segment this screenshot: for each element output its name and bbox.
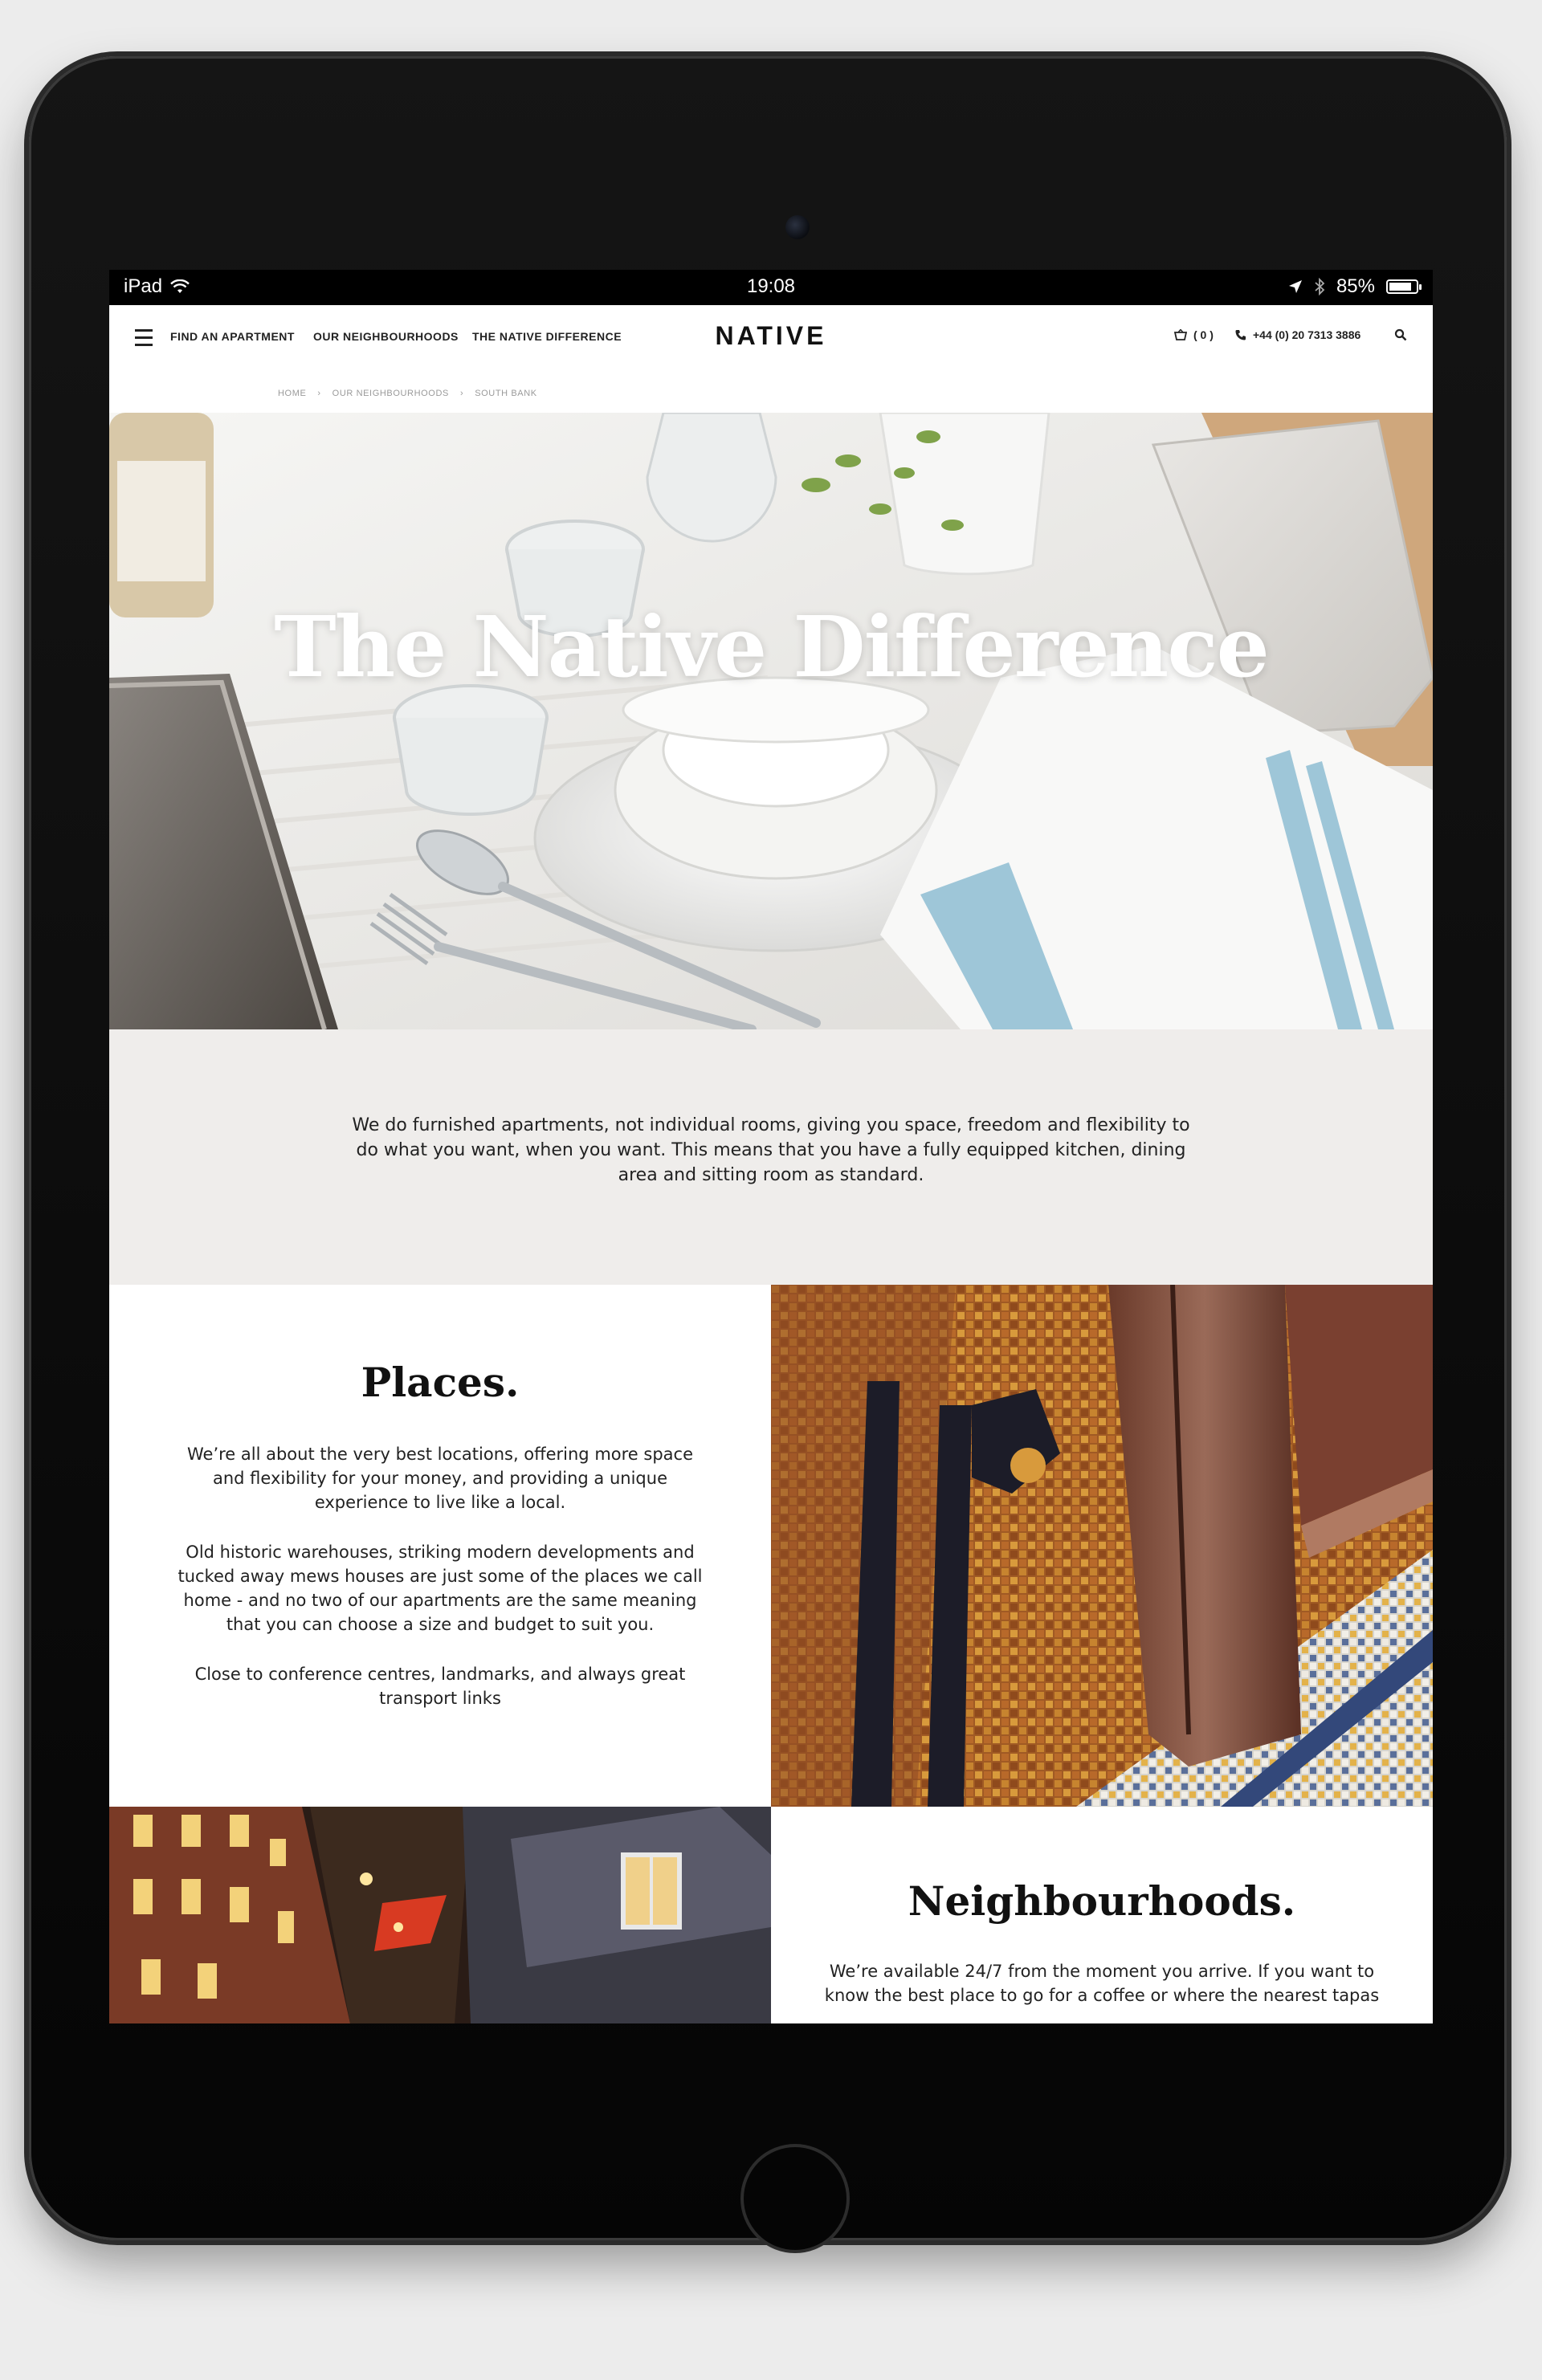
bluetooth-icon bbox=[1315, 278, 1325, 295]
location-arrow-icon bbox=[1288, 280, 1302, 293]
places-paragraph: Close to conference centres, landmarks, … bbox=[194, 1665, 686, 1708]
phone-link[interactable]: +44 (0) 20 7313 3886 bbox=[1235, 328, 1360, 341]
basket-icon bbox=[1174, 329, 1187, 340]
hero-image bbox=[109, 413, 1433, 1029]
street-photo bbox=[109, 1807, 771, 2023]
breadcrumb-separator: › bbox=[459, 389, 464, 398]
battery-fill bbox=[1389, 283, 1412, 291]
home-button[interactable] bbox=[740, 2144, 850, 2253]
mosaic-photo bbox=[771, 1285, 1433, 1807]
breadcrumb-separator: › bbox=[317, 389, 321, 398]
phone-number: +44 (0) 20 7313 3886 bbox=[1253, 328, 1361, 341]
search-icon[interactable] bbox=[1394, 328, 1407, 341]
breadcrumb-home[interactable]: HOME bbox=[278, 389, 306, 398]
phone-icon bbox=[1235, 330, 1246, 340]
hero-banner: The Native Difference bbox=[109, 413, 1433, 1029]
site-header: FIND AN APARTMENT OUR NEIGHBOURHOODS THE… bbox=[109, 305, 1433, 373]
places-paragraph: Old historic warehouses, striking modern… bbox=[177, 1543, 703, 1634]
neighbourhoods-heading: Neighbourhoods. bbox=[908, 1877, 1296, 1925]
intro-section: We do furnished apartments, not individu… bbox=[109, 1029, 1433, 1285]
mosaic-floor-image bbox=[771, 1285, 1433, 1807]
hero-title: The Native Difference bbox=[274, 597, 1270, 696]
status-bar: iPad 19:08 85% bbox=[109, 270, 1433, 305]
basket-count: ( 0 ) bbox=[1193, 328, 1214, 341]
screen: iPad 19:08 85% FIND AN APARTMENT OUR NEI… bbox=[109, 270, 1433, 2023]
places-heading: Places. bbox=[361, 1359, 520, 1406]
street-night-image bbox=[109, 1807, 771, 2023]
battery-icon bbox=[1386, 279, 1422, 294]
neighbourhoods-text: We’re available 24/7 from the moment you… bbox=[824, 1962, 1380, 2005]
intro-text: We do furnished apartments, not individu… bbox=[352, 1115, 1190, 1185]
places-paragraph: We’re all about the very best locations,… bbox=[186, 1445, 693, 1512]
places-section: Places. We’re all about the very best lo… bbox=[109, 1285, 771, 1807]
breadcrumb-neighbourhoods[interactable]: OUR NEIGHBOURHOODS bbox=[332, 389, 449, 398]
breadcrumb: HOME › OUR NEIGHBOURHOODS › SOUTH BANK bbox=[109, 373, 1433, 413]
basket-link[interactable]: ( 0 ) bbox=[1174, 328, 1214, 341]
clock: 19:08 bbox=[746, 275, 796, 297]
site-logo[interactable]: NATIVE bbox=[109, 321, 1433, 351]
neighbourhoods-section: Neighbourhoods. We’re available 24/7 fro… bbox=[771, 1807, 1433, 2023]
breadcrumb-current: SOUTH BANK bbox=[475, 389, 537, 398]
camera bbox=[785, 215, 810, 239]
battery-percent: 85% bbox=[1336, 275, 1375, 297]
